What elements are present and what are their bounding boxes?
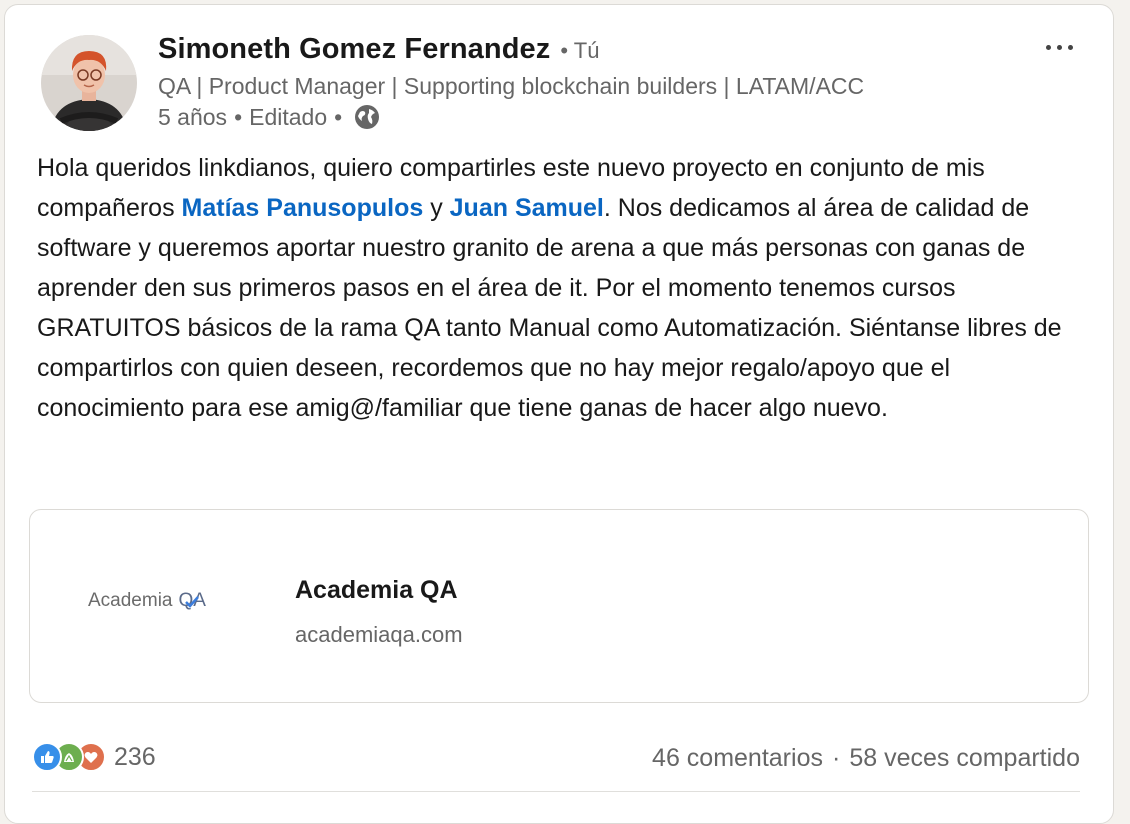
link-title: Academia QA — [295, 576, 458, 604]
avatar-photo — [41, 35, 137, 131]
dot-icon — [1067, 44, 1073, 50]
globe-icon — [353, 103, 381, 131]
mention-link[interactable]: Matías Panusopulos — [182, 194, 424, 222]
like-icon — [32, 742, 62, 772]
reactions-summary[interactable]: 236 — [32, 742, 156, 772]
post-card: Simoneth Gomez Fernandez • Tú QA | Produ… — [4, 4, 1114, 824]
dot-icon — [1045, 44, 1051, 50]
logo-text: Academia — [88, 590, 173, 611]
post-body: Hola queridos linkdianos, quiero compart… — [37, 148, 1097, 428]
logo-qa: QA — [178, 590, 206, 611]
dot-icon — [1056, 44, 1062, 50]
post-meta: 5 años • Editado • — [158, 103, 381, 131]
author-headline: QA | Product Manager | Supporting blockc… — [158, 73, 865, 99]
reaction-count: 236 — [114, 742, 156, 771]
post-text-part: . Nos dedicamos al área de calidad de so… — [37, 194, 1062, 422]
mention-link[interactable]: Juan Samuel — [450, 194, 604, 222]
author-avatar[interactable] — [41, 35, 137, 131]
meta-separator: • — [334, 103, 343, 130]
link-preview-card[interactable]: Academia QA Academia QA academiaqa.com — [29, 509, 1089, 703]
author-name-row: Simoneth Gomez Fernandez • Tú — [158, 33, 599, 66]
link-domain: academiaqa.com — [295, 622, 463, 647]
comments-count-link[interactable]: 46 comentarios — [652, 744, 823, 773]
post-time[interactable]: 5 años — [158, 104, 227, 131]
divider — [32, 791, 1080, 792]
more-options-button[interactable] — [1039, 33, 1079, 61]
author-name[interactable]: Simoneth Gomez Fernandez — [158, 33, 550, 66]
shares-count-link[interactable]: 58 veces compartido — [849, 744, 1080, 773]
connection-degree: • Tú — [560, 38, 600, 63]
post-text-part: y — [423, 194, 450, 222]
meta-separator: • — [234, 103, 243, 130]
stats-separator: · — [831, 744, 841, 772]
engagement-stats: 46 comentarios · 58 veces compartido — [652, 744, 1080, 773]
social-counts-row: 236 46 comentarios · 58 veces compartido — [32, 738, 1080, 774]
academia-qa-logo: Academia QA — [88, 590, 206, 612]
edited-label: Editado — [249, 103, 328, 130]
check-mark-icon — [184, 596, 199, 608]
